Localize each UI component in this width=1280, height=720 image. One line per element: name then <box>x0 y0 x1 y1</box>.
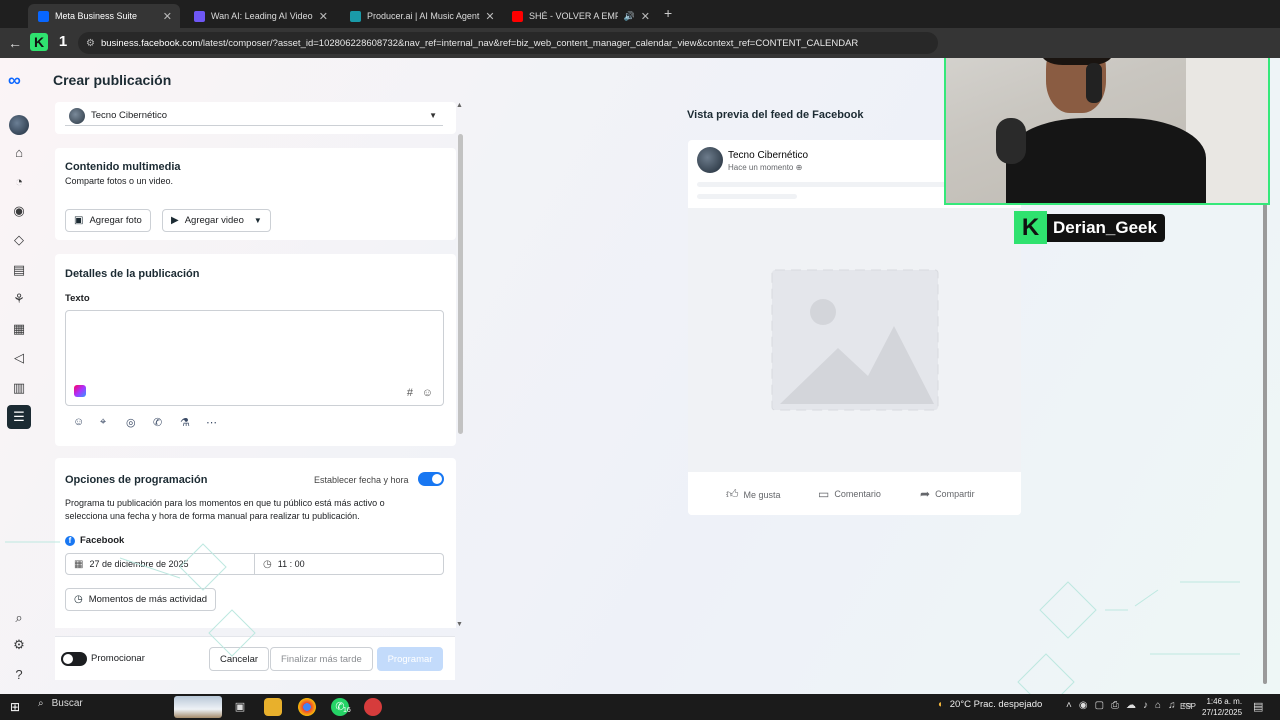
weather-moon-icon: ◐ <box>938 699 944 710</box>
app-icon[interactable] <box>364 698 382 716</box>
windows-start-icon[interactable]: ⊞ <box>10 700 20 714</box>
weather-text: 20°C Prac. despejado <box>949 699 1043 710</box>
microphone-icon[interactable]: ♪ <box>1143 700 1148 711</box>
new-tab-icon[interactable]: + <box>664 5 672 21</box>
extension-icon[interactable]: 1 <box>55 33 71 51</box>
webcam-overlay <box>944 58 1270 205</box>
volume-icon[interactable]: ♫ <box>1168 700 1176 711</box>
tab-title: Wan AI: Leading AI Video Gene <box>211 11 313 21</box>
tray-app-icon[interactable]: ▢ <box>1095 700 1104 711</box>
streamer-name: Derian_Geek <box>1047 213 1165 242</box>
clock-date: 27/12/2025 <box>1202 708 1243 717</box>
windows-taskbar: ⊞ ⌕ Buscar ▣ ✆ 16 ◐ 20°C Prac. despejado… <box>0 694 1280 720</box>
url-host: business.facebook.com <box>100 37 201 49</box>
chevron-up-icon[interactable]: ˄ <box>1066 700 1072 711</box>
system-tray: ˄ ◉ ▢ ⎙ ☁ ♪ ⌂ ♫ ▭ <box>1066 700 1192 711</box>
url-text: business.facebook.com/latest/composer/?a… <box>101 38 858 49</box>
language-indicator[interactable]: ESP <box>1180 702 1196 711</box>
network-icon[interactable]: ⌂ <box>1155 700 1161 711</box>
tab-title: Meta Business Suite <box>55 11 138 21</box>
taskbar-search-label: Buscar <box>51 698 83 709</box>
task-view-icon[interactable]: ▣ <box>231 698 249 716</box>
kick-logo-icon: K <box>1014 211 1047 244</box>
meta-business-suite-page: ∞ ⌂ ◔ ◉ ◇ ▤ ⚘ ▦ ◁ ▥ ☰ ⌕ ⚙ ? Crear public… <box>0 58 1280 694</box>
clock-time: 1:46 a. m. <box>1206 697 1243 706</box>
taskbar-clock[interactable]: 1:46 a. m. 27/12/2025 <box>1202 696 1242 718</box>
search-highlight-image[interactable] <box>174 696 222 718</box>
headphones-icon <box>1086 63 1102 103</box>
tray-app-icon[interactable]: ⎙ <box>1111 700 1119 711</box>
url-field[interactable]: ⚙ business.facebook.com/latest/composer/… <box>78 32 938 54</box>
streamer-tag: K Derian_Geek <box>1014 211 1165 244</box>
microphone-icon <box>996 118 1026 164</box>
youtube-favicon-icon <box>512 10 523 22</box>
tray-app-icon[interactable]: ◉ <box>1079 700 1088 711</box>
close-tab-icon[interactable]: ✕ <box>163 10 172 23</box>
producer-favicon-icon <box>350 10 361 22</box>
tab-wan-ai[interactable]: Wan AI: Leading AI Video Gene ✕ <box>184 4 336 28</box>
back-arrow-icon[interactable]: ← <box>8 35 22 51</box>
browser-tab-bar: Meta Business Suite ✕ Wan AI: Leading AI… <box>0 0 1280 28</box>
close-tab-icon[interactable]: ✕ <box>485 10 494 23</box>
taskbar-search[interactable]: ⌕ Buscar <box>38 698 83 709</box>
tab-title: Producer.ai | AI Music Agent <box>367 11 480 21</box>
tab-producer-ai[interactable]: Producer.ai | AI Music Agent ✕ <box>340 4 500 28</box>
tray-app-icon[interactable]: ☁ <box>1126 700 1136 711</box>
address-bar-row: ← K 1 ⚙ business.facebook.com/latest/com… <box>0 28 1280 58</box>
notifications-icon[interactable]: ▤ <box>1253 700 1263 713</box>
tab-meta-business-suite[interactable]: Meta Business Suite ✕ <box>28 4 180 28</box>
url-path: /latest/composer/?asset_id=1028062286087… <box>200 37 859 49</box>
close-tab-icon[interactable]: ✕ <box>641 10 650 23</box>
webcam-person <box>1006 118 1206 203</box>
tab-youtube-she[interactable]: SHÉ - VOLVER A EMPEZAR | 🔊 ✕ <box>502 4 658 28</box>
kick-extension-icon[interactable]: K <box>30 33 48 51</box>
chrome-icon[interactable] <box>298 698 316 716</box>
close-tab-icon[interactable]: ✕ <box>319 10 328 23</box>
meta-favicon-icon <box>38 10 49 22</box>
whatsapp-badge: 16 <box>343 707 351 714</box>
wan-favicon-icon <box>194 10 205 22</box>
audio-playing-icon[interactable]: 🔊 <box>624 11 635 22</box>
file-explorer-icon[interactable] <box>264 698 282 716</box>
weather-widget[interactable]: ◐ 20°C Prac. despejado <box>938 699 1042 710</box>
site-info-icon[interactable]: ⚙ <box>86 38 95 49</box>
search-icon: ⌕ <box>38 698 44 709</box>
tab-title: SHÉ - VOLVER A EMPEZAR | <box>529 11 618 21</box>
